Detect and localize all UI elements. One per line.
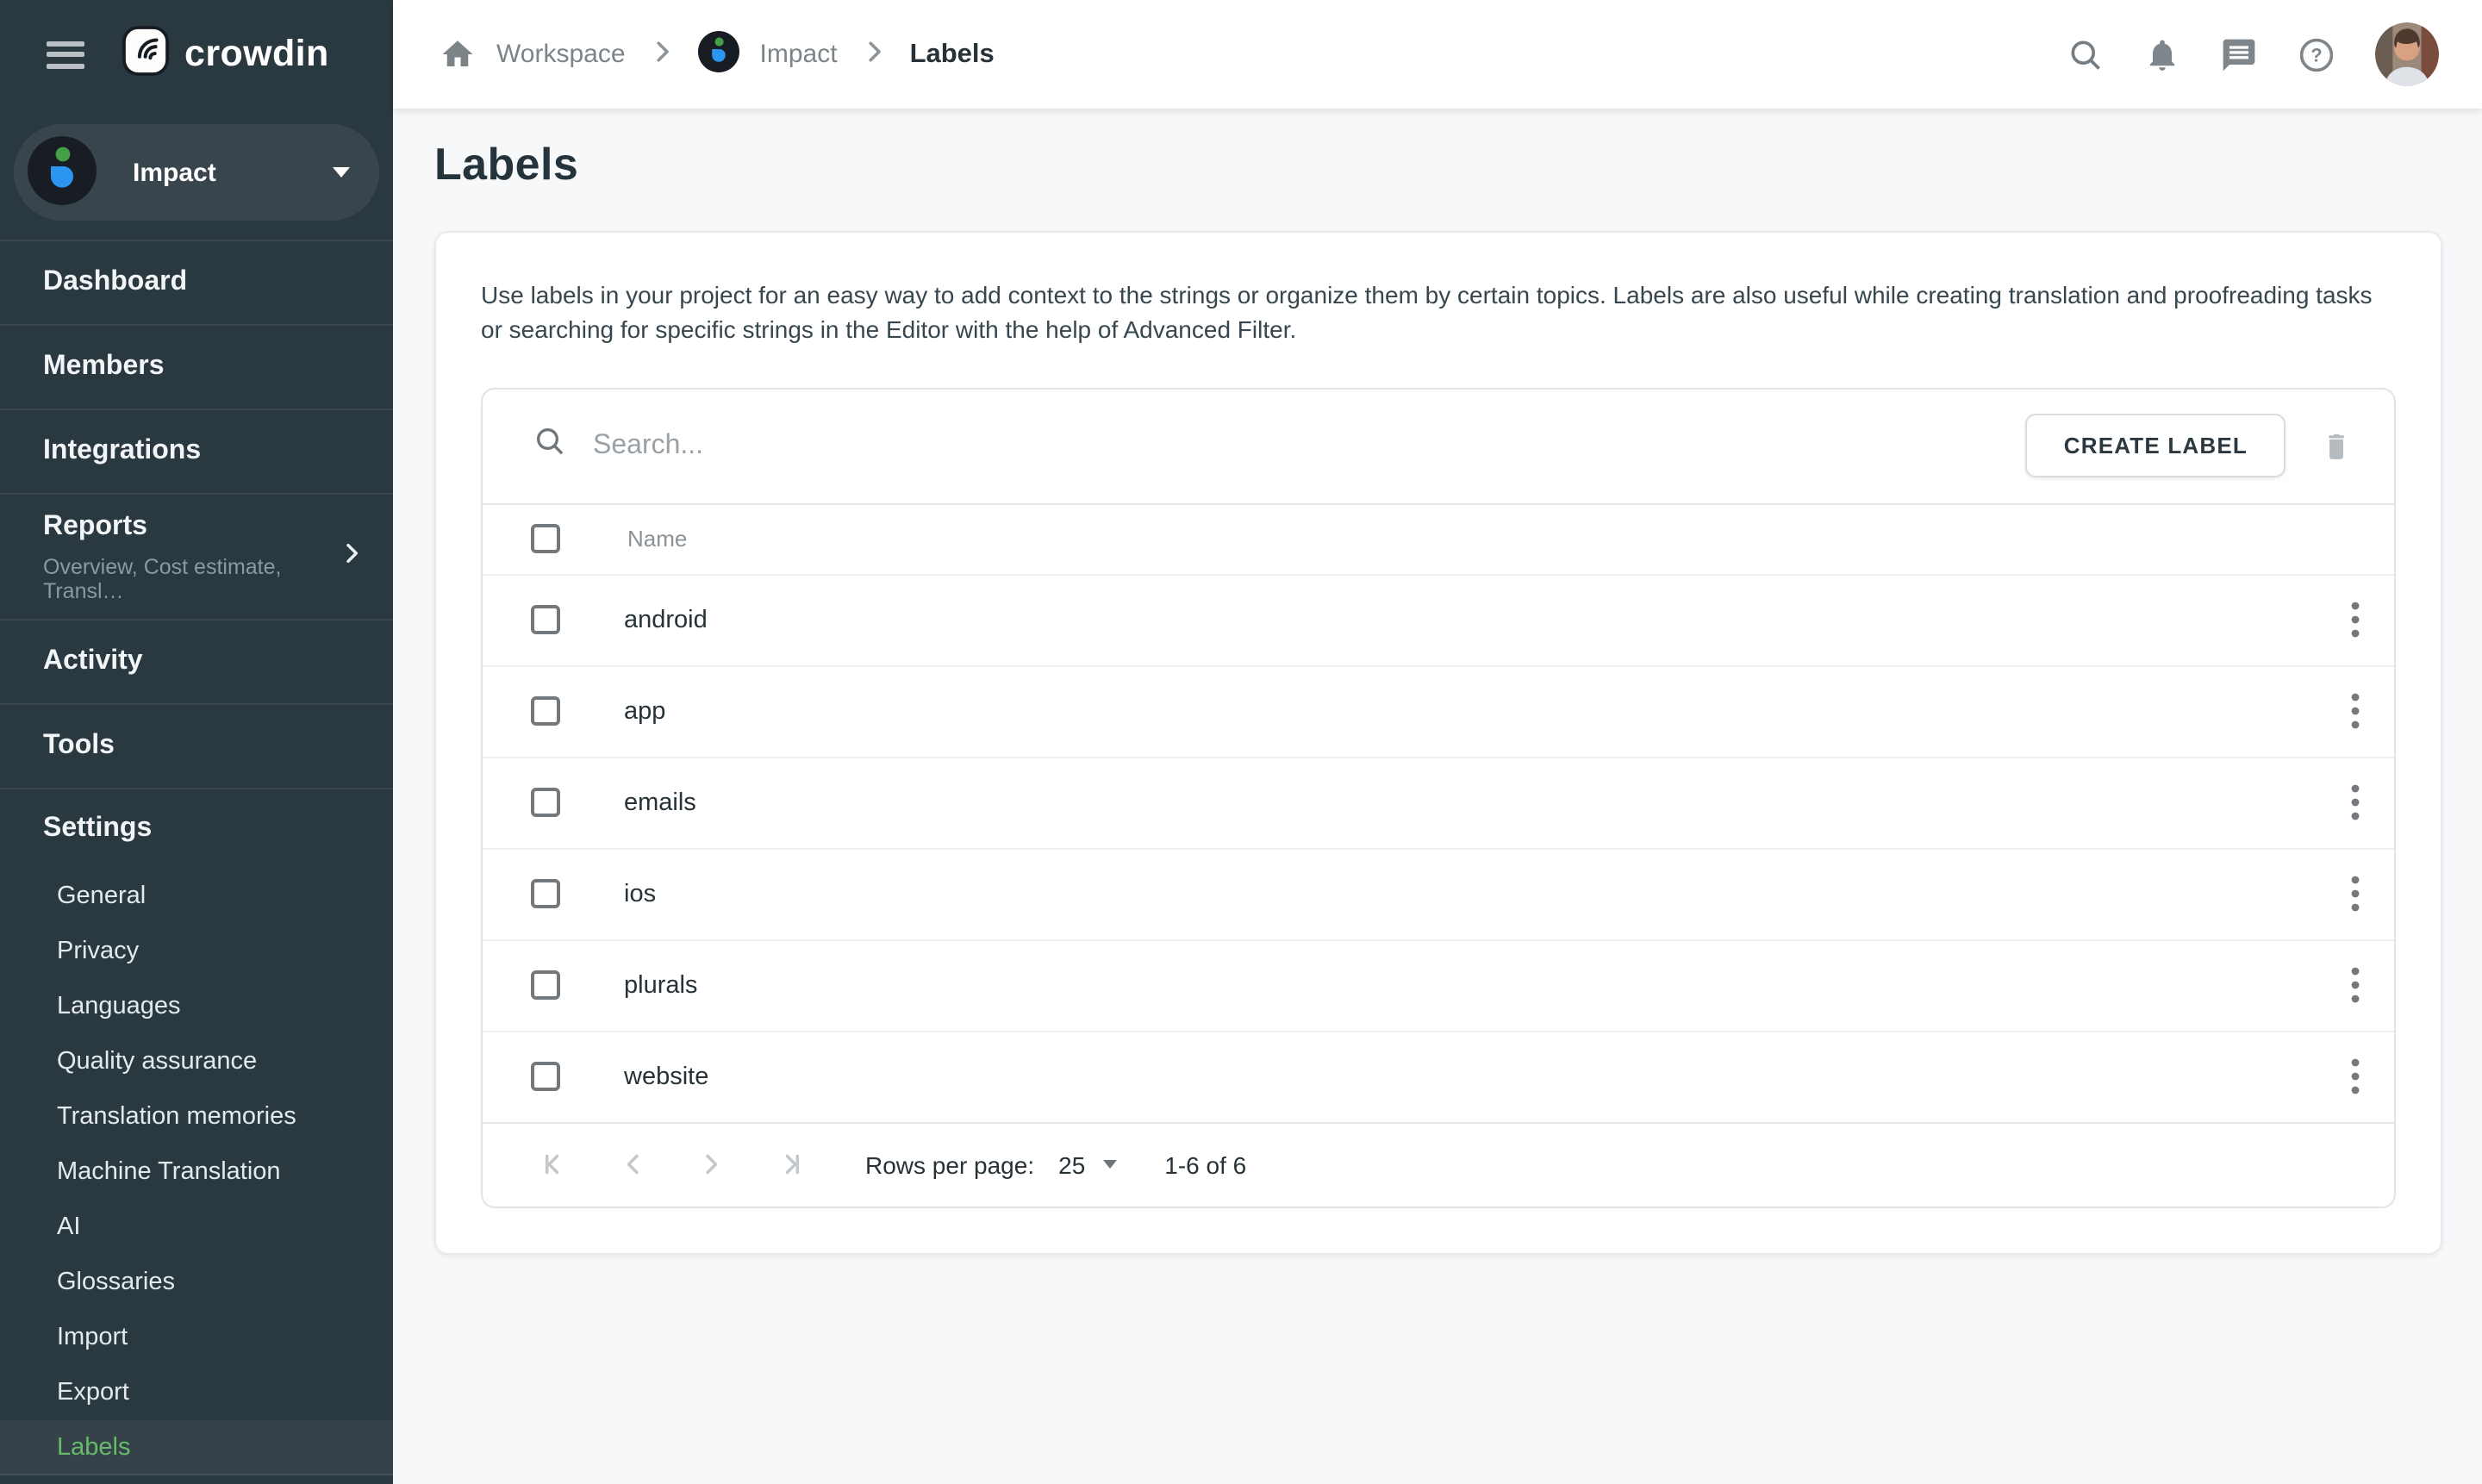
breadcrumb-project-icon [698,30,739,78]
sidebar-item-reports[interactable]: Reports Overview, Cost estimate, Transl… [0,493,393,619]
table-row: ios [483,847,2394,938]
project-logo-icon [28,135,97,209]
brand-wordmark: crowdin [184,33,329,76]
sidebar-item-languages[interactable]: Languages [0,979,393,1034]
label-name: website [624,1063,2334,1090]
sidebar: crowdin Impact Dashboard Members Integra… [0,0,393,1484]
row-checkbox[interactable] [531,605,560,634]
sidebar-item-machine-translation[interactable]: Machine Translation [0,1144,393,1200]
crowdin-logo[interactable]: crowdin [122,25,329,84]
label-name: app [624,697,2334,725]
row-checkbox[interactable] [531,970,560,1000]
chevron-right-icon [858,35,889,73]
sidebar-item-labels[interactable]: Labels [0,1420,393,1475]
sidebar-item-integrations[interactable]: Integrations [0,408,393,493]
table-row: emails [483,756,2394,847]
main-content: Labels Use labels in your project for an… [393,109,2482,1484]
chat-icon[interactable] [2220,35,2258,73]
bell-icon[interactable] [2144,35,2180,73]
breadcrumb-current: Labels [910,39,995,70]
chevron-down-icon [1102,1160,1116,1169]
table-row: app [483,664,2394,756]
avatar[interactable] [2375,22,2439,86]
row-checkbox[interactable] [531,879,560,908]
sidebar-item-export[interactable]: Export [0,1365,393,1420]
labels-card: Use labels in your project for an easy w… [434,231,2442,1254]
label-name: emails [624,789,2334,816]
next-page-icon[interactable] [695,1148,727,1181]
label-name: android [624,606,2334,633]
table-header: Name [483,502,2394,573]
search-icon [533,424,567,467]
sidebar-item-general[interactable]: General [0,869,393,924]
table-row: android [483,573,2394,664]
last-page-icon[interactable] [772,1148,805,1181]
labels-panel: CREATE LABEL Name android [481,387,2396,1207]
sidebar-header: crowdin [0,0,393,109]
breadcrumb: Workspace Impact Labels [440,30,995,78]
kebab-menu-icon[interactable] [2334,865,2377,922]
first-page-icon[interactable] [539,1148,572,1181]
sidebar-item-import[interactable]: Import [0,1310,393,1365]
toolbar: CREATE LABEL [483,389,2394,502]
chevron-right-icon [646,35,677,73]
label-name: ios [624,880,2334,907]
sidebar-item-dashboard[interactable]: Dashboard [0,240,393,324]
rows-per-page-label: Rows per page: [865,1150,1034,1178]
kebab-menu-icon[interactable] [2334,774,2377,831]
topbar: Workspace Impact Labels [393,0,2482,109]
rows-per-page-select[interactable]: 25 [1058,1150,1116,1178]
sidebar-item-glossaries[interactable]: Glossaries [0,1255,393,1310]
sidebar-item-quality-assurance[interactable]: Quality assurance [0,1034,393,1089]
app-root: crowdin Impact Dashboard Members Integra… [0,0,2482,1484]
row-checkbox[interactable] [531,696,560,726]
table-row: website [483,1030,2394,1121]
sidebar-item-settings[interactable]: Settings [0,788,393,869]
prev-page-icon[interactable] [617,1148,650,1181]
name-column-header: Name [627,526,687,552]
topbar-actions: ? [2067,22,2439,86]
chevron-right-icon [338,539,365,575]
sidebar-item-activity[interactable]: Activity [0,619,393,703]
breadcrumb-project[interactable]: Impact [760,40,838,69]
crowdin-badge-icon [122,25,169,84]
kebab-menu-icon[interactable] [2334,1048,2377,1105]
pagination: Rows per page: 25 1-6 of 6 [483,1121,2394,1206]
settings-subnav: General Privacy Languages Quality assura… [0,869,393,1475]
kebab-menu-icon[interactable] [2334,957,2377,1013]
table-row: plurals [483,938,2394,1030]
help-icon[interactable]: ? [2298,35,2335,73]
search-input[interactable] [593,430,2026,461]
svg-text:?: ? [2311,44,2322,65]
project-name: Impact [133,158,333,187]
breadcrumb-workspace[interactable]: Workspace [496,40,626,69]
chevron-down-icon [333,167,350,178]
kebab-menu-icon[interactable] [2334,683,2377,739]
labels-description: Use labels in your project for an easy w… [481,277,2394,347]
kebab-menu-icon[interactable] [2334,591,2377,648]
sidebar-item-members[interactable]: Members [0,324,393,408]
sidebar-nav: Dashboard Members Integrations Reports O… [0,240,393,1475]
page-title: Labels [434,138,2442,191]
project-switcher[interactable]: Impact [14,124,379,221]
search-icon[interactable] [2067,35,2105,73]
pagination-range: 1-6 of 6 [1164,1150,1246,1178]
row-checkbox[interactable] [531,788,560,817]
sidebar-item-tools[interactable]: Tools [0,703,393,788]
trash-icon[interactable] [2320,427,2353,464]
reports-subtitle: Overview, Cost estimate, Transl… [43,554,338,602]
sidebar-item-ai[interactable]: AI [0,1200,393,1255]
menu-icon[interactable] [47,41,84,68]
sidebar-item-translation-memories[interactable]: Translation memories [0,1089,393,1144]
label-name: plurals [624,971,2334,999]
sidebar-item-privacy[interactable]: Privacy [0,924,393,979]
row-checkbox[interactable] [531,1062,560,1091]
select-all-checkbox[interactable] [531,524,560,553]
create-label-button[interactable]: CREATE LABEL [2026,414,2286,477]
home-icon[interactable] [440,36,476,72]
